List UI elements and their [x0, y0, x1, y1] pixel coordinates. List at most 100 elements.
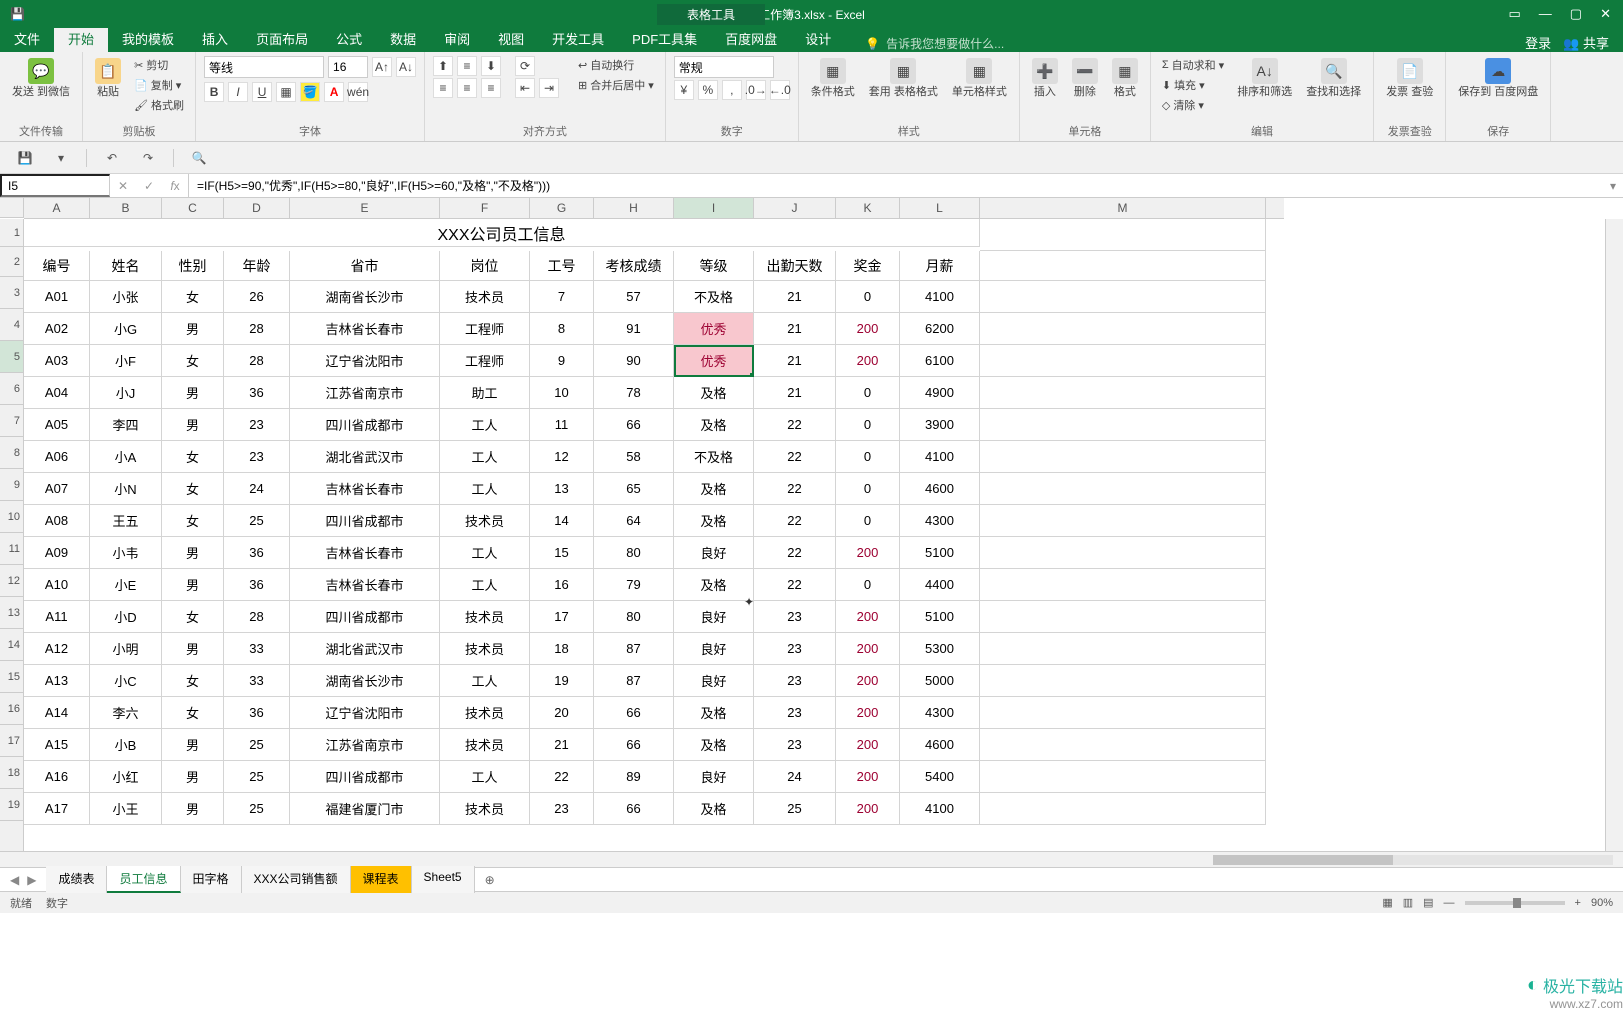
ribbon-tab-审阅[interactable]: 审阅 — [430, 25, 484, 52]
indent-inc-icon[interactable]: ⇥ — [539, 78, 559, 98]
cell[interactable]: 小张 — [90, 281, 162, 313]
cell[interactable]: 及格 — [674, 697, 754, 729]
undo-icon[interactable]: ↶ — [101, 147, 123, 169]
cell[interactable]: 江苏省南京市 — [290, 377, 440, 409]
decrease-font-icon[interactable]: A↓ — [396, 57, 416, 77]
cell[interactable]: 22 — [754, 569, 836, 601]
cell[interactable]: 江苏省南京市 — [290, 729, 440, 761]
cell[interactable]: 21 — [754, 313, 836, 345]
cell[interactable]: 200 — [836, 633, 900, 665]
cell[interactable]: 四川省成都市 — [290, 505, 440, 537]
expand-formula-icon[interactable]: ▾ — [1603, 179, 1623, 193]
cell[interactable]: 36 — [224, 697, 290, 729]
cell[interactable]: 及格 — [674, 569, 754, 601]
align-bottom-icon[interactable]: ⬇ — [481, 56, 501, 76]
row-header-12[interactable]: 12 — [0, 565, 23, 597]
ribbon-options-icon[interactable]: ▭ — [1509, 6, 1521, 22]
cell[interactable]: 4100 — [900, 281, 980, 313]
cell[interactable]: 女 — [162, 665, 224, 697]
table-format-button[interactable]: ▦套用 表格格式 — [865, 56, 942, 101]
cell[interactable] — [980, 601, 1266, 633]
currency-icon[interactable]: ¥ — [674, 80, 694, 100]
row-header-19[interactable]: 19 — [0, 789, 23, 821]
cell[interactable]: 工人 — [440, 665, 530, 697]
cell[interactable]: 男 — [162, 313, 224, 345]
cell[interactable]: 200 — [836, 537, 900, 569]
row-header-11[interactable]: 11 — [0, 533, 23, 565]
autosum-button[interactable]: Σ 自动求和 ▾ — [1159, 56, 1227, 74]
cell[interactable]: 优秀 — [674, 313, 754, 345]
sheet-nav-prev-icon[interactable]: ◀ — [10, 873, 19, 887]
maximize-icon[interactable]: ▢ — [1570, 6, 1582, 22]
cell[interactable]: 14 — [530, 505, 594, 537]
col-header-M[interactable]: M — [980, 198, 1266, 218]
cell[interactable] — [980, 505, 1266, 537]
name-box[interactable] — [0, 174, 110, 197]
cell[interactable]: 男 — [162, 793, 224, 825]
cell[interactable]: A01 — [24, 281, 90, 313]
cell[interactable]: 23 — [754, 729, 836, 761]
cell[interactable]: 23 — [224, 409, 290, 441]
cell[interactable]: 小D — [90, 601, 162, 633]
tell-me[interactable]: 💡 告诉我您想要做什么... — [865, 35, 1004, 52]
row-header-10[interactable]: 10 — [0, 501, 23, 533]
cell[interactable] — [980, 377, 1266, 409]
cell[interactable]: 26 — [224, 281, 290, 313]
cell[interactable]: 小明 — [90, 633, 162, 665]
cell[interactable]: 技术员 — [440, 601, 530, 633]
cell[interactable]: 5100 — [900, 537, 980, 569]
cell[interactable] — [980, 761, 1266, 793]
cell[interactable]: 21 — [754, 281, 836, 313]
sheet-tab-成绩表[interactable]: 成绩表 — [46, 866, 107, 893]
cell[interactable]: 及格 — [674, 377, 754, 409]
ribbon-tab-开始[interactable]: 开始 — [54, 25, 108, 52]
cell[interactable] — [980, 633, 1266, 665]
cell[interactable]: 小韦 — [90, 537, 162, 569]
phonetic-button[interactable]: wén — [348, 82, 368, 102]
cell[interactable]: 22 — [754, 409, 836, 441]
col-header-D[interactable]: D — [224, 198, 290, 218]
cell[interactable]: 出勤天数 — [754, 251, 836, 281]
cell[interactable]: 36 — [224, 377, 290, 409]
cell[interactable] — [980, 729, 1266, 761]
cell[interactable]: 12 — [530, 441, 594, 473]
bold-button[interactable]: B — [204, 82, 224, 102]
spreadsheet-grid[interactable]: ✦ XXX公司员工信息编号姓名性别年龄省市岗位工号考核成绩等级出勤天数奖金月薪A… — [24, 219, 1605, 851]
cell[interactable]: 22 — [754, 441, 836, 473]
cell[interactable]: 吉林省长春市 — [290, 537, 440, 569]
align-right-icon[interactable]: ≡ — [481, 78, 501, 98]
cell[interactable]: 5000 — [900, 665, 980, 697]
cell[interactable] — [980, 313, 1266, 345]
italic-button[interactable]: I — [228, 82, 248, 102]
cell[interactable]: 良好 — [674, 633, 754, 665]
cell[interactable]: 技术员 — [440, 697, 530, 729]
cell[interactable] — [980, 473, 1266, 505]
cell[interactable]: 5400 — [900, 761, 980, 793]
cell[interactable]: 及格 — [674, 729, 754, 761]
cell[interactable]: 年龄 — [224, 251, 290, 281]
cell[interactable]: 13 — [530, 473, 594, 505]
orientation-icon[interactable]: ⟳ — [515, 56, 535, 76]
wrap-text-button[interactable]: ↩ 自动换行 — [575, 56, 637, 74]
cell[interactable]: A07 — [24, 473, 90, 505]
cell[interactable]: 8 — [530, 313, 594, 345]
cell[interactable]: 小E — [90, 569, 162, 601]
paste-button[interactable]: 📋粘贴 — [91, 56, 125, 101]
cell[interactable]: 良好 — [674, 665, 754, 697]
cell[interactable]: 男 — [162, 537, 224, 569]
cell[interactable]: 男 — [162, 409, 224, 441]
insert-button[interactable]: ➕插入 — [1028, 56, 1062, 101]
cell[interactable]: 200 — [836, 601, 900, 633]
delete-button[interactable]: ➖删除 — [1068, 56, 1102, 101]
row-header-5[interactable]: 5 — [0, 341, 23, 373]
cell[interactable]: 0 — [836, 441, 900, 473]
cell[interactable]: 4300 — [900, 697, 980, 729]
col-header-A[interactable]: A — [24, 198, 90, 218]
cell[interactable]: 78 — [594, 377, 674, 409]
view-normal-icon[interactable]: ▦ — [1382, 896, 1392, 909]
cell[interactable]: A17 — [24, 793, 90, 825]
percent-icon[interactable]: % — [698, 80, 718, 100]
dec-decimal-icon[interactable]: ←.0 — [770, 80, 790, 100]
sort-filter-button[interactable]: A↓排序和筛选 — [1233, 56, 1296, 101]
cell[interactable]: A12 — [24, 633, 90, 665]
